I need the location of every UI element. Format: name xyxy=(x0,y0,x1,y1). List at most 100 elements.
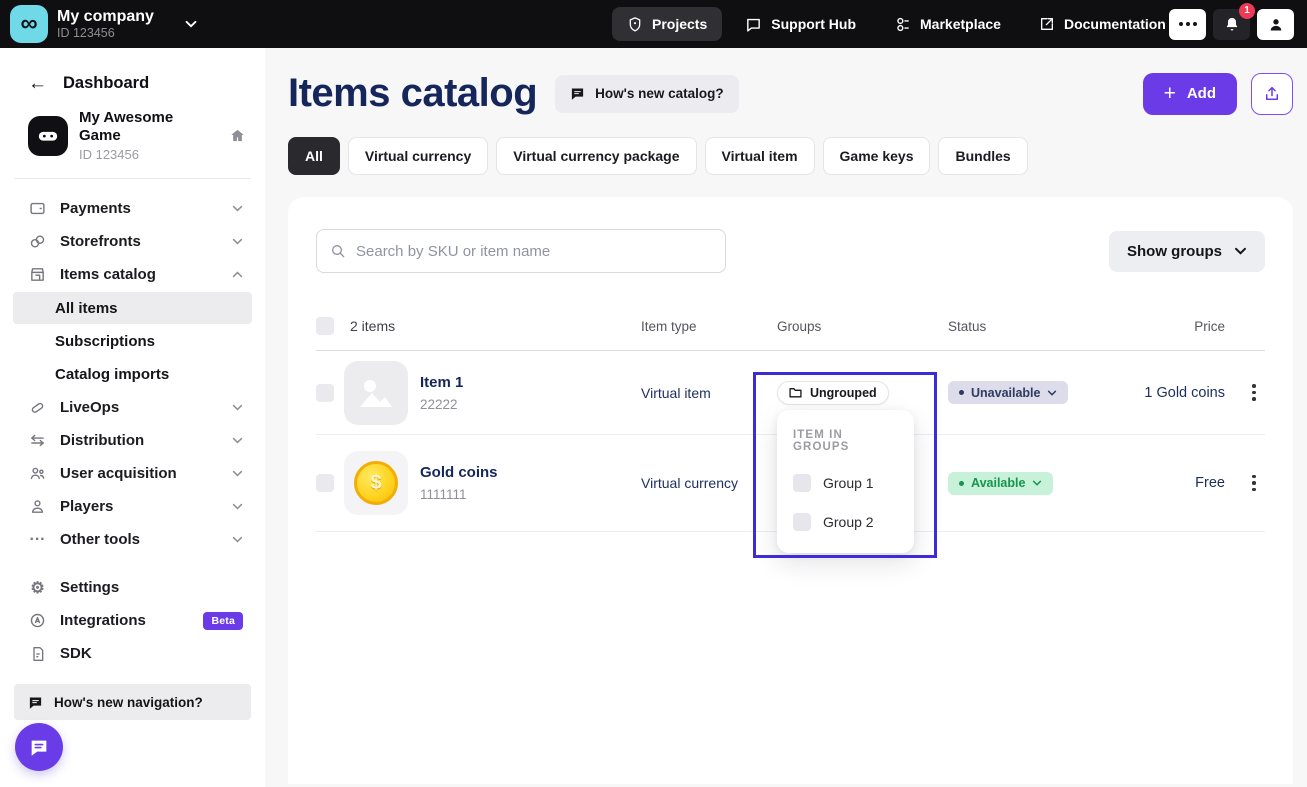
item-name[interactable]: Item 1 xyxy=(420,374,463,391)
kebab-menu-button[interactable] xyxy=(1243,384,1265,401)
item-price: 1 Gold coins xyxy=(1138,385,1225,401)
nav-documentation[interactable]: Documentation xyxy=(1024,7,1181,41)
company-name: My company xyxy=(57,8,154,26)
image-placeholder-icon xyxy=(356,373,396,413)
company-id: ID 123456 xyxy=(57,26,154,40)
top-bar: ∞ My company ID 123456 Projects Support … xyxy=(0,0,1307,48)
nav-projects[interactable]: Projects xyxy=(612,7,722,41)
upload-icon xyxy=(1263,85,1281,103)
filter-bundles[interactable]: Bundles xyxy=(938,137,1027,175)
swap-arrows-icon xyxy=(28,432,47,449)
sidebar-item-sdk[interactable]: SDK xyxy=(0,637,265,670)
projects-icon xyxy=(627,16,643,33)
beta-badge: Beta xyxy=(203,612,243,630)
marketplace-icon xyxy=(894,16,911,33)
page-title: Items catalog xyxy=(288,71,537,116)
top-bar-actions: 1 xyxy=(1169,9,1294,40)
sidebar-item-user-acquisition[interactable]: User acquisition xyxy=(0,457,265,490)
sidebar-item-distribution[interactable]: Distribution xyxy=(0,424,265,457)
status-dropdown[interactable]: Unavailable xyxy=(948,381,1068,404)
notifications-button[interactable]: 1 xyxy=(1213,9,1250,40)
item-thumbnail: $ xyxy=(344,451,408,515)
sidebar-item-items-catalog[interactable]: Items catalog xyxy=(0,258,265,291)
chat-fab-button[interactable] xyxy=(15,723,63,771)
account-button[interactable] xyxy=(1257,9,1294,40)
chat-fab-icon xyxy=(28,736,50,758)
select-all-checkbox[interactable] xyxy=(316,317,334,335)
back-to-dashboard[interactable]: ← Dashboard xyxy=(0,48,265,99)
sidebar-item-storefronts[interactable]: Storefronts xyxy=(0,225,265,258)
sidebar-item-settings[interactable]: ⚙ Settings xyxy=(0,571,265,604)
filter-virtual-currency-package[interactable]: Virtual currency package xyxy=(496,137,696,175)
groups-chip[interactable]: Ungrouped xyxy=(777,381,889,405)
filter-all[interactable]: All xyxy=(288,137,340,175)
item-name[interactable]: Gold coins xyxy=(420,464,498,481)
chat-icon xyxy=(28,695,43,710)
item-thumbnail xyxy=(344,361,408,425)
user-icon xyxy=(1268,16,1284,33)
sidebar-subitem-all-items[interactable]: All items xyxy=(13,292,252,324)
chevron-down-icon xyxy=(232,404,243,411)
show-groups-button[interactable]: Show groups xyxy=(1109,231,1265,272)
status-dot xyxy=(959,390,964,395)
add-button[interactable]: + Add xyxy=(1143,73,1237,115)
plus-icon: + xyxy=(1164,83,1176,104)
nav-support-hub[interactable]: Support Hub xyxy=(730,7,871,41)
item-sku: 22222 xyxy=(420,397,463,412)
item-type: Virtual currency xyxy=(641,475,777,491)
chevron-down-icon xyxy=(185,20,197,28)
nav-marketplace[interactable]: Marketplace xyxy=(879,7,1016,41)
row-checkbox[interactable] xyxy=(316,474,334,492)
company-logo-icon: ∞ xyxy=(10,5,48,43)
top-nav: Projects Support Hub Marketplace Documen… xyxy=(612,0,1181,48)
integrations-icon xyxy=(28,612,47,629)
filter-virtual-item[interactable]: Virtual item xyxy=(705,137,815,175)
items-count: 2 items xyxy=(344,318,641,334)
status-dot xyxy=(959,481,964,486)
item-sku: 1111111 xyxy=(420,487,498,502)
row-checkbox[interactable] xyxy=(316,384,334,402)
group-option[interactable]: Group 1 xyxy=(793,474,898,492)
column-item-type: Item type xyxy=(641,319,777,334)
sidebar-item-integrations[interactable]: Integrations Beta xyxy=(0,604,265,637)
more-icon xyxy=(1179,22,1197,26)
column-price: Price xyxy=(1138,319,1225,334)
shop-icon xyxy=(28,266,47,283)
link-icon xyxy=(28,233,47,250)
item-type: Virtual item xyxy=(641,385,777,401)
sidebar-subitem-subscriptions[interactable]: Subscriptions xyxy=(13,325,252,357)
import-button[interactable] xyxy=(1251,73,1293,115)
more-menu-button[interactable] xyxy=(1169,9,1206,40)
sidebar-subitem-catalog-imports[interactable]: Catalog imports xyxy=(13,358,252,390)
sidebar-item-players[interactable]: Players xyxy=(0,490,265,523)
search-input[interactable] xyxy=(356,243,712,260)
back-arrow-icon: ← xyxy=(28,74,47,93)
gear-icon: ⚙ xyxy=(28,578,47,598)
chevron-down-icon xyxy=(232,536,243,543)
whats-new-catalog-button[interactable]: How's new catalog? xyxy=(555,75,738,113)
kebab-menu-button[interactable] xyxy=(1243,475,1265,492)
sidebar-item-liveops[interactable]: LiveOps xyxy=(0,391,265,424)
document-icon xyxy=(28,646,47,662)
ellipsis-icon: ··· xyxy=(28,531,47,549)
filter-game-keys[interactable]: Game keys xyxy=(823,137,931,175)
sidebar-item-other-tools[interactable]: ··· Other tools xyxy=(0,523,265,556)
project-card[interactable]: My Awesome Game ID 123456 xyxy=(14,99,251,179)
chevron-down-icon xyxy=(232,470,243,477)
group-option[interactable]: Group 2 xyxy=(793,513,898,531)
person-icon xyxy=(28,498,47,515)
group-checkbox[interactable] xyxy=(793,474,811,492)
type-filter-tabs: All Virtual currency Virtual currency pa… xyxy=(288,137,1293,175)
chevron-up-icon xyxy=(232,271,243,278)
item-groups-dropdown: ITEM IN GROUPS Group 1 Group 2 xyxy=(777,410,914,553)
support-hub-icon xyxy=(745,16,762,33)
whats-new-navigation-button[interactable]: How's new navigation? xyxy=(14,684,251,720)
sidebar-item-payments[interactable]: Payments xyxy=(0,192,265,225)
bell-icon xyxy=(1224,16,1240,33)
company-switcher[interactable]: ∞ My company ID 123456 xyxy=(10,5,197,43)
filter-virtual-currency[interactable]: Virtual currency xyxy=(348,137,488,175)
gamepad-icon xyxy=(28,116,68,156)
status-dropdown[interactable]: Available xyxy=(948,472,1053,495)
group-checkbox[interactable] xyxy=(793,513,811,531)
chevron-down-icon xyxy=(1047,390,1057,396)
